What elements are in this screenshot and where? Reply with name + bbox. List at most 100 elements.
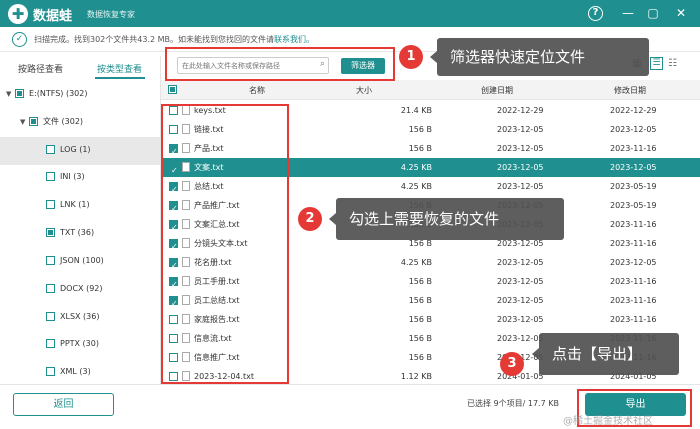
row-checkbox[interactable] [169,199,178,218]
file-modified-date: 2023-11-16 [610,239,657,248]
table-row[interactable]: 总结.txt 4.25 KB 2023-12-05 2023-05-19 [161,177,700,199]
file-size: 4.25 KB [400,258,432,267]
file-created-date: 2023-12-05 [497,315,544,324]
table-row[interactable]: 产品.txt 156 B 2023-12-05 2023-11-16 [161,139,700,161]
contact-us-link[interactable]: 联系我们。 [274,35,314,44]
search-input[interactable] [182,60,312,72]
text-file-icon [182,143,190,153]
tree-item-log[interactable]: LOG (1) [46,141,91,159]
file-modified-date: 2023-05-19 [610,201,657,210]
row-checkbox[interactable] [169,106,178,115]
tree-checkbox[interactable] [46,312,55,321]
row-checkbox[interactable] [169,334,178,343]
minimize-icon[interactable]: — [619,4,637,22]
maximize-icon[interactable]: ▢ [644,4,662,22]
tab-by-type[interactable]: 按类型查看 [97,62,142,75]
table-row[interactable]: keys.txt 21.4 KB 2022-12-29 2022-12-29 [161,101,700,120]
callout-pointer [430,51,437,63]
tree-checkbox[interactable] [46,200,55,209]
row-checkbox[interactable] [169,294,178,313]
close-icon[interactable]: ✕ [672,4,690,22]
filter-button[interactable]: 筛选器 [341,58,385,74]
table-row[interactable]: 家庭报告.txt 156 B 2023-12-05 2023-11-16 [161,310,700,329]
tree-item-xlsx[interactable]: XLSX (36) [46,308,99,326]
tree-checkbox[interactable] [15,89,24,98]
callout-export: 点击【导出】 [539,333,679,375]
tree-item-lnk[interactable]: LNK (1) [46,196,90,214]
tree-item-label: XLSX (36) [60,312,100,321]
file-size: 156 B [408,296,432,305]
tree-item-folder[interactable]: ▼ 文件 (302) [20,113,83,131]
text-file-icon [182,333,190,343]
column-size[interactable]: 大小 [356,85,372,96]
file-size: 4.25 KB [400,163,432,172]
row-checkbox[interactable] [169,180,178,199]
file-name: 总结.txt [194,182,224,191]
row-checkbox[interactable] [169,161,178,180]
select-all-checkbox[interactable] [168,85,177,94]
table-row[interactable]: 链接.txt 156 B 2023-12-05 2023-12-05 [161,120,700,139]
tree-checkbox[interactable] [46,256,55,265]
row-checkbox[interactable] [169,353,178,362]
tree-item-txt[interactable]: TXT (36) [46,224,94,242]
callout-pointer [532,348,539,360]
tree-checkbox[interactable] [46,284,55,293]
file-name: 花名册.txt [194,258,232,267]
row-checkbox[interactable] [169,372,178,381]
tree-checkbox[interactable] [29,117,38,126]
row-checkbox[interactable] [169,218,178,237]
tree-item-label: JSON (100) [60,256,104,265]
tree-item-xml[interactable]: XML (3) [46,363,91,381]
file-name: 文案汇总.txt [194,220,240,229]
text-file-icon [182,276,190,286]
search-box: ⌕ [177,57,329,74]
callout-select-files: 勾选上需要恢复的文件 [336,198,564,240]
tree-checkbox[interactable] [46,367,55,376]
file-name: 员工总结.txt [194,296,240,305]
file-modified-date: 2023-11-16 [610,277,657,286]
row-checkbox[interactable] [169,142,178,161]
row-checkbox[interactable] [169,237,178,256]
row-checkbox[interactable] [169,315,178,324]
tree-item-ini[interactable]: INI (3) [46,168,85,186]
column-name[interactable]: 名称 [249,85,265,96]
file-created-date: 2023-12-05 [497,277,544,286]
table-row[interactable]: 员工总结.txt 156 B 2023-12-05 2023-11-16 [161,291,700,313]
tree-item-pptx[interactable]: PPTX (30) [46,335,99,353]
back-button[interactable]: 返回 [13,393,114,416]
view-tabs: 按路径查看 按类型查看 [0,56,160,80]
text-file-icon [182,314,190,324]
tree-checkbox[interactable] [46,145,55,154]
text-file-icon [182,181,190,191]
list-view-icon[interactable]: ☰ [650,57,663,70]
app-name: 数据蛙 [33,9,73,24]
callout-pointer [329,213,336,225]
tree-checkbox[interactable] [46,172,55,181]
column-created[interactable]: 创建日期 [481,85,513,96]
table-row[interactable]: 花名册.txt 4.25 KB 2023-12-05 2023-12-05 [161,253,700,275]
row-checkbox[interactable] [169,125,178,134]
tree-item-json[interactable]: JSON (100) [46,252,104,270]
column-modified[interactable]: 修改日期 [614,85,646,96]
tree-item-docx[interactable]: DOCX (92) [46,280,103,298]
file-size: 156 B [408,334,432,343]
file-created-date: 2023-12-05 [497,258,544,267]
file-modified-date: 2023-05-19 [610,182,657,191]
detail-view-icon[interactable]: ☷ [668,58,680,70]
row-checkbox[interactable] [169,256,178,275]
search-icon[interactable]: ⌕ [320,59,325,69]
tree-item-drive[interactable]: ▼ E:(NTFS) (302) [6,85,87,103]
tree-checkbox[interactable] [46,339,55,348]
help-icon[interactable]: ? [588,6,603,21]
table-row[interactable]: 文案.txt 4.25 KB 2023-12-05 2023-12-05 [161,158,700,180]
text-file-icon [182,219,190,229]
text-file-icon [182,371,190,381]
row-checkbox[interactable] [169,275,178,294]
step-number-badge: 2 [298,207,322,231]
tree-checkbox[interactable] [46,228,55,237]
table-row[interactable]: 员工手册.txt 156 B 2023-12-05 2023-11-16 [161,272,700,294]
text-file-icon [182,162,190,172]
file-modified-date: 2023-12-05 [610,163,657,172]
tab-by-path[interactable]: 按路径查看 [18,62,63,75]
file-created-date: 2023-12-05 [497,125,544,134]
